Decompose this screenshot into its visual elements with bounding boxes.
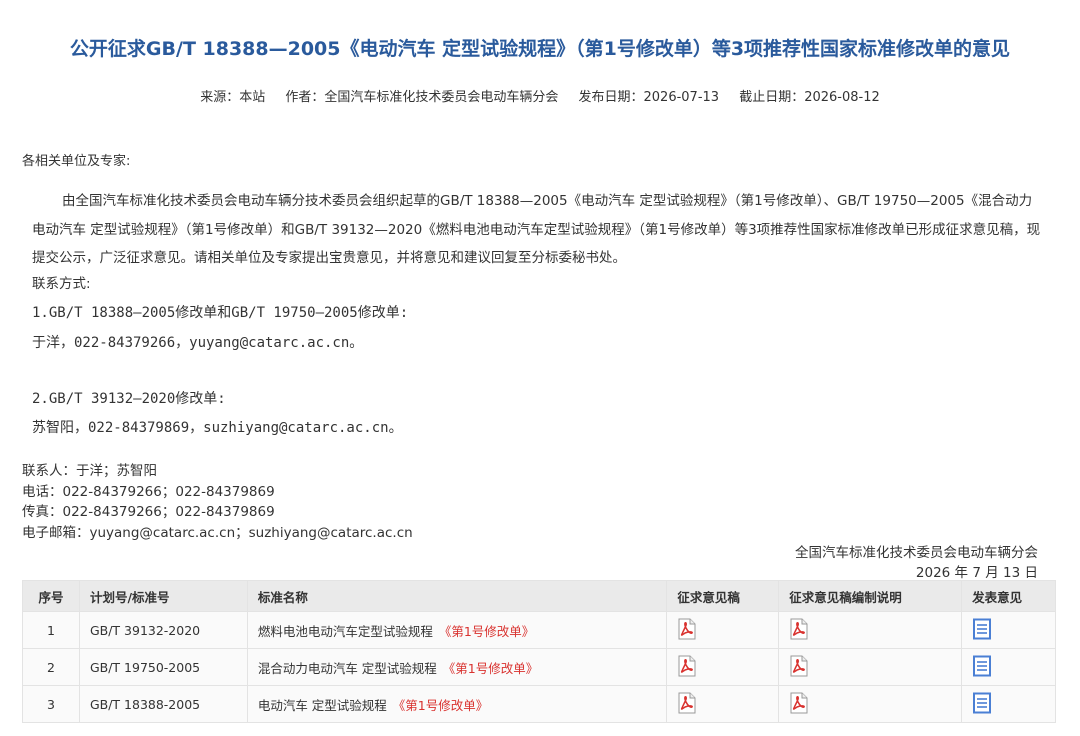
standard-name: 电动汽车 定型试验规程	[257, 697, 387, 713]
pdf-file-icon[interactable]	[789, 618, 809, 643]
pdf-file-icon[interactable]	[677, 655, 697, 680]
contact-fax: 传真：022-84379266；022-84379869	[22, 504, 275, 520]
header-draft: 征求意见稿	[666, 580, 780, 612]
article-meta: 来源：本站 作者：全国汽车标准化技术委员会电动车辆分会 发布日期：2026-07…	[0, 86, 1080, 105]
table-row: 1 GB/T 39132-2020 燃料电池电动汽车定型试验规程 《第1号修改单》	[22, 611, 1056, 649]
letter-body: 由全国汽车标准化技术委员会电动车辆分技术委员会组织起草的GB/T 18388—2…	[32, 193, 1041, 266]
pdf-file-icon[interactable]	[789, 692, 809, 717]
comment-form-icon[interactable]	[972, 655, 992, 680]
cell-explanation	[778, 611, 963, 649]
cell-draft	[666, 611, 780, 649]
contact-person: 联系人：于洋；苏智阳	[22, 463, 157, 479]
cell-code: GB/T 39132-2020	[78, 611, 248, 649]
cell-draft	[666, 685, 780, 723]
cell-draft	[666, 648, 780, 686]
cell-no: 1	[22, 611, 80, 649]
cell-name: 混合动力电动汽车 定型试验规程 《第1号修改单》	[246, 648, 668, 686]
header-name: 标准名称	[246, 580, 668, 612]
cell-comment	[961, 648, 1056, 686]
standard-name: 混合动力电动汽车 定型试验规程	[257, 660, 437, 676]
pdf-file-icon[interactable]	[677, 618, 697, 643]
page-title: 公开征求GB/T 18388—2005《电动汽车 定型试验规程》（第1号修改单）…	[69, 38, 1011, 60]
contact-group-2-title: 2.GB/T 39132—2020修改单:	[32, 391, 226, 407]
meta-author: 作者：全国汽车标准化技术委员会电动车辆分会	[285, 90, 559, 105]
meta-source: 来源：本站	[200, 90, 266, 105]
cell-explanation	[778, 648, 963, 686]
contact-group-2-detail: 苏智阳，022-84379869，suzhiyang@catarc.ac.cn。	[32, 420, 403, 436]
contact-group-1-title: 1.GB/T 18388—2005修改单和GB/T 19750—2005修改单:	[32, 305, 409, 321]
standards-table: 序号 计划号/标准号 标准名称 征求意见稿 征求意见稿编制说明 发表意见 1 G…	[22, 580, 1056, 723]
amendment-tag: 《第1号修改单》	[442, 660, 539, 676]
meta-deadline: 截止日期：2026-08-12	[739, 90, 880, 105]
table-header-row: 序号 计划号/标准号 标准名称 征求意见稿 征求意见稿编制说明 发表意见	[22, 580, 1056, 612]
header-no: 序号	[22, 580, 80, 612]
cell-name: 电动汽车 定型试验规程 《第1号修改单》	[246, 685, 668, 723]
table-row: 2 GB/T 19750-2005 混合动力电动汽车 定型试验规程 《第1号修改单…	[22, 648, 1056, 686]
contact-heading: 联系方式:	[32, 276, 91, 292]
amendment-tag: 《第1号修改单》	[392, 697, 489, 713]
cell-code: GB/T 19750-2005	[78, 648, 248, 686]
standard-name: 燃料电池电动汽车定型试验规程	[257, 623, 433, 639]
amendment-tag: 《第1号修改单》	[438, 623, 535, 639]
letter-greeting: 各相关单位及专家:	[22, 154, 131, 169]
pdf-file-icon[interactable]	[677, 692, 697, 717]
meta-publish-date: 发布日期：2026-07-13	[578, 90, 720, 105]
cell-code: GB/T 18388-2005	[78, 685, 248, 723]
signature-org: 全国汽车标准化技术委员会电动车辆分会	[795, 545, 1038, 561]
header-comment: 发表意见	[961, 580, 1056, 612]
contact-group-1-detail: 于洋，022-84379266，yuyang@catarc.ac.cn。	[32, 335, 364, 351]
cell-no: 2	[22, 648, 80, 686]
header-code: 计划号/标准号	[78, 580, 248, 612]
pdf-file-icon[interactable]	[789, 655, 809, 680]
cell-comment	[961, 685, 1056, 723]
comment-form-icon[interactable]	[972, 692, 992, 717]
comment-form-icon[interactable]	[972, 618, 992, 643]
contact-email: 电子邮箱：yuyang@catarc.ac.cn；suzhiyang@catar…	[22, 525, 413, 541]
signature-date: 2026 年 7 月 13 日	[915, 565, 1038, 581]
table-row: 3 GB/T 18388-2005 电动汽车 定型试验规程 《第1号修改单》	[22, 685, 1056, 723]
cell-explanation	[778, 685, 963, 723]
contact-phone: 电话：022-84379266；022-84379869	[22, 484, 275, 500]
cell-comment	[961, 611, 1056, 649]
header-explanation: 征求意见稿编制说明	[778, 580, 963, 612]
cell-name: 燃料电池电动汽车定型试验规程 《第1号修改单》	[246, 611, 668, 649]
cell-no: 3	[22, 685, 80, 723]
